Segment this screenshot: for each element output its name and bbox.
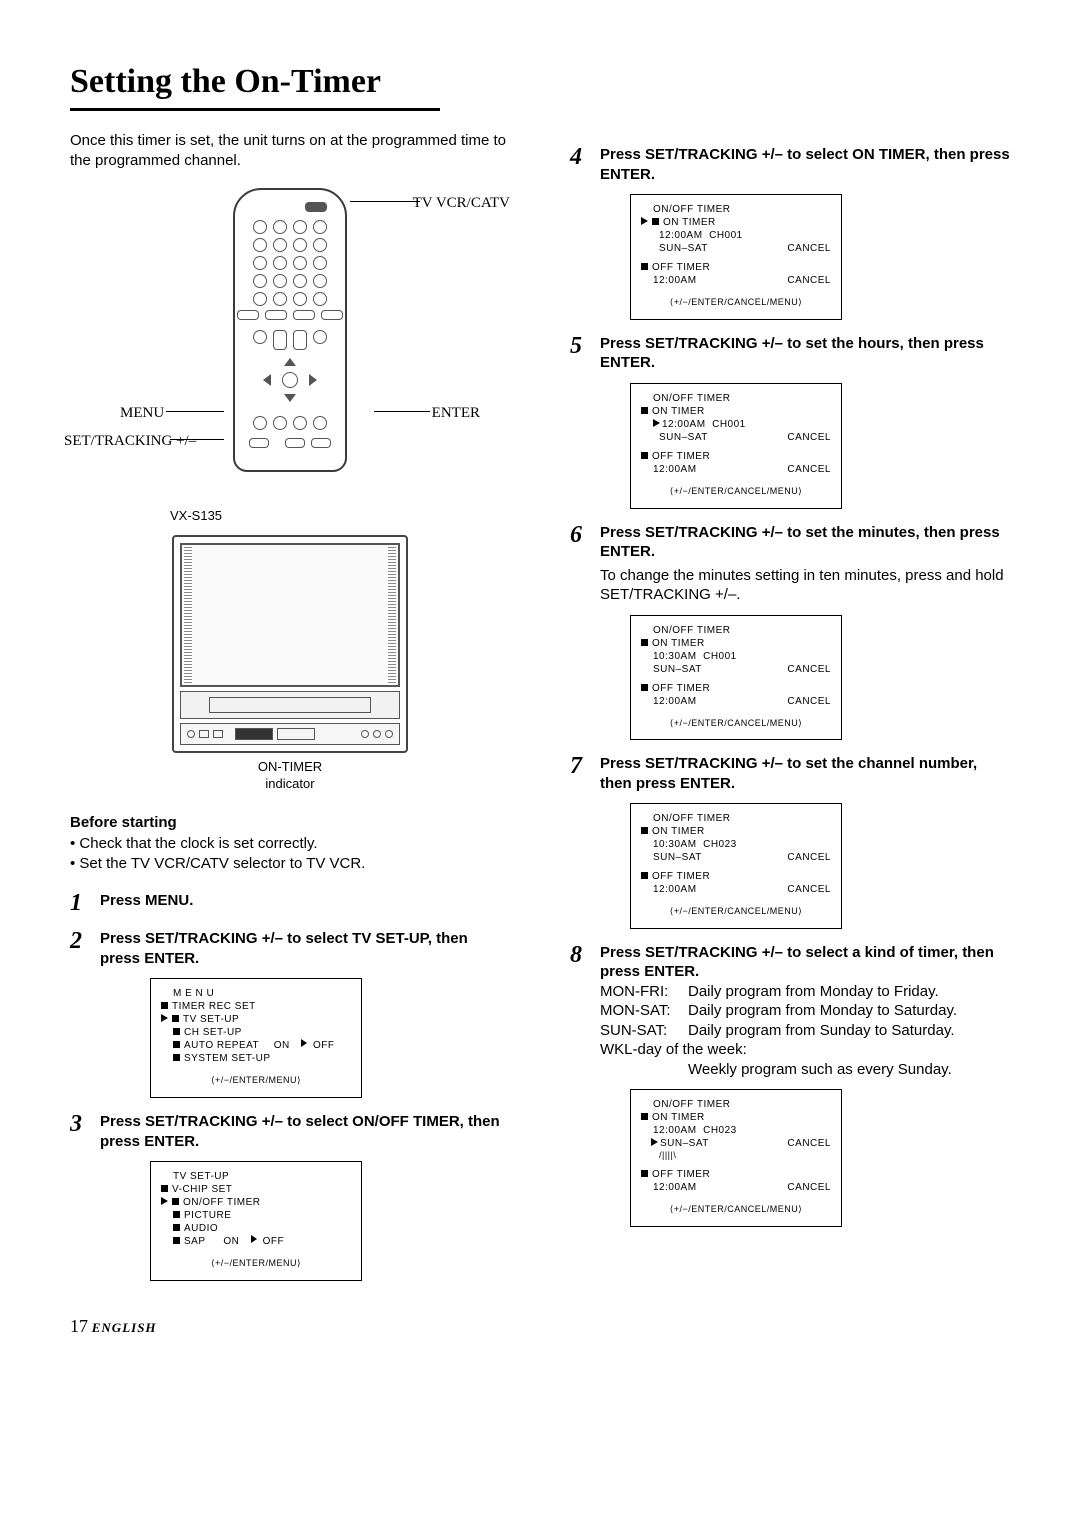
osd4-foot: ⟨+/−/ENTER/CANCEL/MENU⟩	[641, 297, 831, 309]
opt-monsat-k: MON-SAT:	[600, 1001, 680, 1021]
opt-sunsat-v: Daily program from Sunday to Saturday.	[688, 1021, 955, 1041]
osd-step5: ON/OFF TIMER ON TIMER 12:00AM CH001 SUN–…	[630, 383, 842, 509]
opt-wkl-k: WKL-day of the week:	[600, 1040, 747, 1060]
step-4-text: Press SET/TRACKING +/– to select ON TIME…	[600, 146, 1010, 183]
before-bullets: Check that the clock is set correctly. S…	[70, 834, 510, 873]
step-6-num: 6	[570, 523, 590, 547]
page-footer: 17 ENGLISH	[70, 1315, 1010, 1339]
step-1: 1 Press MENU.	[70, 891, 510, 915]
opt-monfri-v: Daily program from Monday to Friday.	[688, 982, 939, 1002]
step-6: 6 Press SET/TRACKING +/– to set the minu…	[570, 523, 1010, 605]
tv-figure: ON-TIMER indicator	[70, 535, 510, 793]
step-3: 3 Press SET/TRACKING +/– to select ON/OF…	[70, 1112, 510, 1151]
osd-step8: ON/OFF TIMER ON TIMER 12:00AM CH023 SUN–…	[630, 1089, 842, 1226]
on-timer-caption: ON-TIMER	[258, 759, 322, 774]
osd-tvsetup: TV SET-UP V-CHIP SET ON/OFF TIMER PICTUR…	[150, 1161, 362, 1281]
osd-step6: ON/OFF TIMER ON TIMER 10:30AM CH001 SUN–…	[630, 615, 842, 741]
osd4-on: ON TIMER	[663, 216, 716, 229]
bullet-1: Check that the clock is set correctly.	[70, 834, 510, 854]
label-settracking: SET/TRACKING +/–	[64, 432, 174, 452]
page-lang: ENGLISH	[92, 1320, 157, 1335]
step-6-note: To change the minutes setting in ten min…	[600, 566, 1010, 605]
model-label: VX-S135	[170, 508, 510, 525]
step-5: 5 Press SET/TRACKING +/– to set the hour…	[570, 334, 1010, 373]
step-1-num: 1	[70, 891, 90, 915]
step-5-text: Press SET/TRACKING +/– to set the hours,…	[600, 335, 984, 372]
remote-figure: TV VCR/CATV MENU SET/TRACKING +/– ENTER	[70, 188, 510, 488]
opt-wkl-note: Weekly program such as every Sunday.	[688, 1060, 1010, 1080]
opt-monsat-v: Daily program from Monday to Saturday.	[688, 1001, 957, 1021]
osd-step4: ON/OFF TIMER ON TIMER 12:00AM CH001 SUN–…	[630, 194, 842, 320]
step-3-text: Press SET/TRACKING +/– to select ON/OFF …	[100, 1113, 500, 1150]
step-6-text: Press SET/TRACKING +/– to set the minute…	[600, 524, 1000, 561]
step-1-text: Press MENU.	[100, 892, 193, 909]
step-2: 2 Press SET/TRACKING +/– to select TV SE…	[70, 929, 510, 968]
opt-monfri-k: MON-FRI:	[600, 982, 680, 1002]
osd-audio: AUDIO	[184, 1222, 218, 1235]
osd-picture: PICTURE	[184, 1209, 231, 1222]
osd-onoff-timer: ON/OFF TIMER	[183, 1196, 260, 1209]
before-starting-head: Before starting	[70, 813, 510, 833]
step-7: 7 Press SET/TRACKING +/– to set the chan…	[570, 754, 1010, 793]
label-menu: MENU	[120, 404, 164, 424]
step-7-num: 7	[570, 754, 590, 778]
osd-auto-repeat: AUTO REPEAT	[184, 1039, 259, 1052]
step-5-num: 5	[570, 334, 590, 358]
page-title: Setting the On-Timer	[70, 60, 440, 111]
step-8: 8 Press SET/TRACKING +/– to select a kin…	[570, 943, 1010, 1080]
step-7-text: Press SET/TRACKING +/– to set the channe…	[600, 755, 977, 792]
step-8-text: Press SET/TRACKING +/– to select a kind …	[600, 944, 994, 981]
osd-sap: SAP	[184, 1235, 206, 1248]
osd-step7: ON/OFF TIMER ON TIMER 10:30AM CH023 SUN–…	[630, 803, 842, 929]
osd-menu-foot: ⟨+/−/ENTER/MENU⟩	[161, 1075, 351, 1087]
step-3-num: 3	[70, 1112, 90, 1136]
label-tv-vcr: TV VCR/CATV	[413, 194, 510, 214]
osd-tvsetup-title: TV SET-UP	[173, 1170, 351, 1183]
osd-menu: M E N U TIMER REC SET TV SET-UP CH SET-U…	[150, 978, 362, 1098]
osd-timer-rec: TIMER REC SET	[172, 1000, 256, 1013]
osd4-off: OFF TIMER	[652, 261, 710, 274]
osd-menu-title: M E N U	[173, 987, 351, 1000]
osd-vchip: V-CHIP SET	[172, 1183, 232, 1196]
indicator-caption: indicator	[265, 776, 314, 791]
osd-tv-setup: TV SET-UP	[183, 1013, 239, 1026]
osd-system-setup: SYSTEM SET-UP	[184, 1052, 271, 1065]
remote-body	[233, 188, 347, 472]
opt-sunsat-k: SUN-SAT:	[600, 1021, 680, 1041]
osd-ch-setup: CH SET-UP	[184, 1026, 242, 1039]
step-4: 4 Press SET/TRACKING +/– to select ON TI…	[570, 145, 1010, 184]
intro-text: Once this timer is set, the unit turns o…	[70, 131, 510, 170]
step-8-num: 8	[570, 943, 590, 967]
osd4-title: ON/OFF TIMER	[653, 203, 831, 216]
label-enter: ENTER	[432, 404, 480, 424]
step-2-num: 2	[70, 929, 90, 953]
step-2-text: Press SET/TRACKING +/– to select TV SET-…	[100, 930, 468, 967]
osd-tvsetup-foot: ⟨+/−/ENTER/MENU⟩	[161, 1258, 351, 1270]
bullet-2: Set the TV VCR/CATV selector to TV VCR.	[70, 854, 510, 874]
page-number: 17	[70, 1316, 88, 1336]
step-4-num: 4	[570, 145, 590, 169]
